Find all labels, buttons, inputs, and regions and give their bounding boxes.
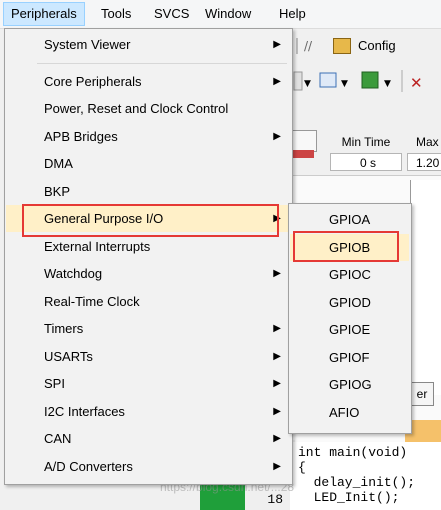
svg-text:▼: ▼ <box>304 79 311 89</box>
max-time-value: 1.20 <box>407 153 441 171</box>
menu-item-label: Watchdog <box>44 266 103 281</box>
menu-svcs[interactable]: SVCS <box>147 3 196 25</box>
submenu-item-gpiod[interactable]: GPIOD <box>290 289 409 316</box>
menu-item-system-viewer[interactable]: System Viewer ▶ <box>6 31 291 58</box>
submenu-item-gpioa[interactable]: GPIOA <box>290 206 409 233</box>
menu-item-i2c-interfaces[interactable]: I2C Interfaces ▶ <box>6 398 291 425</box>
svg-text:▼: ▼ <box>384 79 391 89</box>
menu-help[interactable]: Help <box>272 3 313 25</box>
menu-item-label: A/D Converters <box>44 459 133 474</box>
code-line-4: LED_Init(); <box>298 490 400 505</box>
submenu-item-gpioe[interactable]: GPIOE <box>290 316 409 343</box>
menu-tools[interactable]: Tools <box>94 3 138 25</box>
toolbar-row-2: ▼ ▼ ▼ ✕ <box>290 64 441 98</box>
code-line-1: int main(void) <box>298 445 408 460</box>
menu-item-label: APB Bridges <box>44 129 118 144</box>
small-button[interactable] <box>290 130 317 152</box>
code-line-3: delay_init(); <box>298 475 416 490</box>
submenu-item-label: AFIO <box>329 405 360 420</box>
menu-item-can[interactable]: CAN ▶ <box>6 425 291 452</box>
submenu-item-label: GPIOE <box>329 322 371 337</box>
config-folder-icon[interactable] <box>333 38 351 54</box>
submenu-arrow-icon: ▶ <box>273 433 281 444</box>
submenu-arrow-icon: ▶ <box>273 378 281 389</box>
submenu-arrow-icon: ▶ <box>273 351 281 362</box>
line-number: 18 <box>267 492 283 507</box>
config-button[interactable]: Config <box>358 38 396 53</box>
svg-text://: // <box>304 39 313 53</box>
submenu-arrow-icon: ▶ <box>273 406 281 417</box>
red-indicator <box>292 150 314 158</box>
menu-item-label: I2C Interfaces <box>44 404 125 419</box>
min-time-value: 0 s <box>330 153 402 171</box>
menu-item-label: USARTs <box>44 349 93 364</box>
submenu-item-label: GPIOA <box>329 212 371 227</box>
menu-window[interactable]: Window <box>198 3 258 25</box>
submenu-item-gpiog[interactable]: GPIOG <box>290 371 409 398</box>
menu-peripherals[interactable]: Peripherals <box>3 2 85 26</box>
code-text[interactable]: int main(void) { delay_init(); LED_Init(… <box>298 445 415 505</box>
menu-item-label: BKP <box>44 184 71 199</box>
max-time-header: Max <box>416 135 439 149</box>
menu-item-core-peripherals[interactable]: Core Peripherals ▶ <box>6 68 291 95</box>
menu-item-label: CAN <box>44 431 72 446</box>
menu-item-spi[interactable]: SPI ▶ <box>6 370 291 397</box>
min-time-header: Min Time <box>341 135 391 149</box>
menu-item-label: Timers <box>44 321 84 336</box>
annotation-box-gpio <box>22 204 279 237</box>
annotation-box-gpiob <box>293 231 399 262</box>
menu-item-label: Real-Time Clock <box>44 294 140 309</box>
submenu-arrow-icon: ▶ <box>273 76 281 87</box>
menu-item-watchdog[interactable]: Watchdog ▶ <box>6 260 291 287</box>
menu-item-label: Core Peripherals <box>44 74 142 89</box>
submenu-arrow-icon: ▶ <box>273 323 281 334</box>
background-panel <box>410 180 441 395</box>
menu-item-dma[interactable]: DMA <box>6 150 291 177</box>
menu-item-external-interrupts[interactable]: External Interrupts <box>6 233 291 260</box>
submenu-arrow-icon: ▶ <box>273 131 281 142</box>
svg-text:✕: ✕ <box>410 74 423 92</box>
menubar: Peripherals Tools SVCS Window Help <box>0 0 441 29</box>
menu-item-label: External Interrupts <box>44 239 151 254</box>
submenu-arrow-icon: ▶ <box>273 268 281 279</box>
menu-item-real-time-clock[interactable]: Real-Time Clock <box>6 288 291 315</box>
submenu-item-gpiof[interactable]: GPIOF <box>290 344 409 371</box>
menu-item-label: System Viewer <box>44 37 131 52</box>
partial-button[interactable]: er <box>410 382 434 406</box>
peripherals-menu: System Viewer ▶ Core Peripherals ▶ Power… <box>4 28 293 485</box>
code-line-2: { <box>298 460 306 475</box>
submenu-arrow-icon: ▶ <box>273 39 281 50</box>
menu-item-usarts[interactable]: USARTs ▶ <box>6 343 291 370</box>
submenu-item-label: GPIOG <box>329 377 372 392</box>
menu-item-label: Power, Reset and Clock Control <box>44 101 229 116</box>
submenu-item-label: GPIOD <box>329 295 371 310</box>
submenu-item-afio[interactable]: AFIO <box>290 399 409 426</box>
menu-item-power-reset-clock[interactable]: Power, Reset and Clock Control <box>6 95 291 122</box>
toolbar-row-2-icons: ▼ ▼ ▼ ✕ <box>293 70 423 92</box>
menu-item-label: DMA <box>44 156 73 171</box>
submenu-item-label: GPIOC <box>329 267 371 282</box>
menu-item-label: SPI <box>44 376 65 391</box>
submenu-arrow-icon: ▶ <box>273 461 281 472</box>
submenu-item-gpioc[interactable]: GPIOC <box>290 261 409 288</box>
menu-item-apb-bridges[interactable]: APB Bridges ▶ <box>6 123 291 150</box>
menu-item-ad-converters[interactable]: A/D Converters ▶ <box>6 453 291 480</box>
menu-item-bkp[interactable]: BKP <box>6 178 291 205</box>
menu-separator <box>37 63 287 64</box>
submenu-item-label: GPIOF <box>329 350 370 365</box>
menu-item-timers[interactable]: Timers ▶ <box>6 315 291 342</box>
svg-text:▼: ▼ <box>341 79 348 89</box>
